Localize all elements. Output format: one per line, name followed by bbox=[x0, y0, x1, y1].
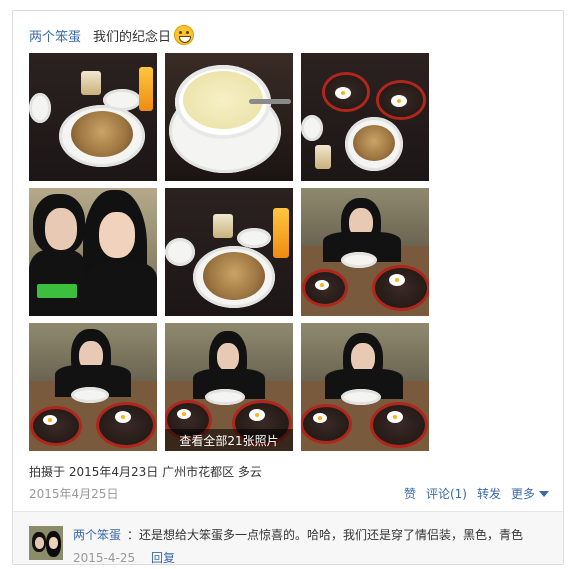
view-all-photos-button[interactable]: 查看全部21张照片 bbox=[165, 429, 293, 451]
post-header: 两个笨蛋 我们的纪念日 bbox=[29, 23, 195, 47]
grin-emoji-icon bbox=[174, 25, 195, 45]
feed-post-card: 两个笨蛋 我们的纪念日 查看全部21张照片 拍摄于 2015年4月23日 广州市… bbox=[12, 10, 564, 565]
post-date: 2015年4月25日 bbox=[29, 487, 119, 501]
comment-section: 两个笨蛋 ：还是想给大笨蛋多一点惊喜的。哈哈，我们还是穿了情侣装，黑色，青色 20… bbox=[13, 511, 563, 566]
post-author-link[interactable]: 两个笨蛋 bbox=[29, 26, 81, 45]
comment-footer: 2015-4-25 回复 bbox=[73, 549, 175, 566]
photo-thumbnail[interactable] bbox=[29, 188, 157, 316]
share-button[interactable]: 转发 bbox=[477, 485, 501, 502]
photo-thumbnail[interactable] bbox=[29, 53, 157, 181]
photo-thumbnail[interactable] bbox=[29, 323, 157, 451]
comment-button[interactable]: 评论(1) bbox=[426, 485, 467, 502]
post-actions: 赞 评论(1) 转发 更多 bbox=[404, 485, 549, 502]
comment-date: 2015-4-25 bbox=[73, 551, 136, 565]
photo-thumbnail[interactable] bbox=[301, 188, 429, 316]
photo-thumbnail[interactable] bbox=[301, 53, 429, 181]
comment-body: 两个笨蛋 ：还是想给大笨蛋多一点惊喜的。哈哈，我们还是穿了情侣装，黑色，青色 bbox=[73, 526, 523, 543]
more-button[interactable]: 更多 bbox=[511, 485, 549, 502]
reply-button[interactable]: 回复 bbox=[151, 551, 175, 565]
comment-text: ：还是想给大笨蛋多一点惊喜的。哈哈，我们还是穿了情侣装，黑色，青色 bbox=[127, 528, 524, 542]
photo-thumbnail[interactable] bbox=[165, 53, 293, 181]
photo-shot-info: 拍摄于 2015年4月23日 广州市花都区 多云 bbox=[29, 465, 262, 479]
more-label: 更多 bbox=[510, 487, 535, 501]
avatar[interactable] bbox=[29, 526, 63, 560]
photo-thumbnail[interactable] bbox=[301, 323, 429, 451]
like-button[interactable]: 赞 bbox=[404, 485, 416, 502]
photo-grid: 查看全部21张照片 bbox=[29, 53, 429, 451]
post-text: 我们的纪念日 bbox=[93, 29, 172, 45]
chevron-down-icon bbox=[539, 490, 549, 497]
photo-thumbnail[interactable] bbox=[165, 188, 293, 316]
comment-author-link[interactable]: 两个笨蛋 bbox=[73, 528, 121, 542]
